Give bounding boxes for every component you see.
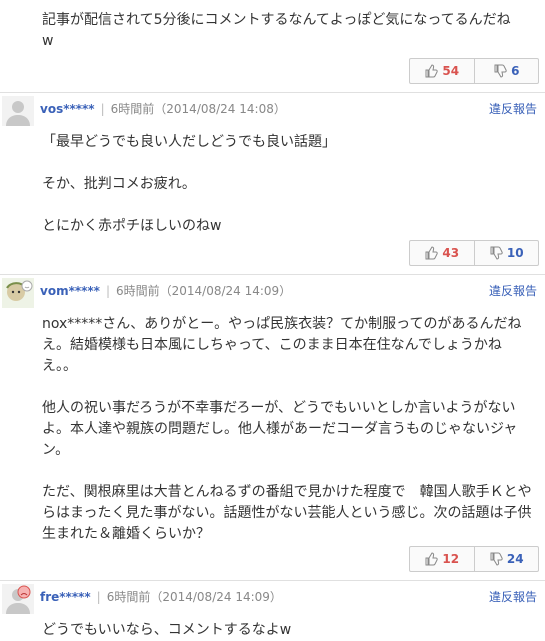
- report-link[interactable]: 違反報告: [489, 282, 537, 299]
- like-button[interactable]: 43: [410, 241, 474, 265]
- thumbs-up-icon: [425, 552, 439, 566]
- comment-body: 記事が配信されて5分後にコメントするなんてよっぽど気になってるんだね w: [42, 12, 511, 49]
- meta-separator: |: [96, 590, 101, 604]
- meta-separator: |: [105, 284, 110, 298]
- comment-body: どうでもいいなら、コメントするなよw: [42, 622, 292, 638]
- dislike-button[interactable]: 6: [473, 59, 539, 83]
- vote-buttons: 54 6: [409, 58, 539, 84]
- like-count: 12: [442, 552, 460, 566]
- dislike-count: 10: [506, 246, 524, 260]
- like-button[interactable]: 12: [410, 547, 474, 571]
- username-link[interactable]: vom*****: [40, 284, 100, 298]
- vote-buttons: 43 10: [409, 240, 539, 266]
- comment-header: fre***** | 6時間前（2014/08/24 14:09） 違反報告: [0, 580, 545, 614]
- comment-header: vom***** | 6時間前（2014/08/24 14:09） 違反報告: [0, 274, 545, 308]
- comment-time: 6時間前（2014/08/24 14:09）: [106, 590, 282, 604]
- like-button[interactable]: 54: [410, 59, 474, 83]
- report-link[interactable]: 違反報告: [489, 588, 537, 605]
- comment-meta: vom***** | 6時間前（2014/08/24 14:09）: [40, 282, 291, 299]
- thumbs-down-icon: [490, 246, 503, 260]
- comment-time: 6時間前（2014/08/24 14:08）: [110, 102, 286, 116]
- user-avatar-icon[interactable]: [2, 278, 34, 308]
- comment-header: vos***** | 6時間前（2014/08/24 14:08） 違反報告: [0, 92, 545, 126]
- comment-body: 「最早どうでも良い人だしどうでも良い話題」 そか、批判コメお疲れ。 とにかく赤ポ…: [42, 134, 336, 234]
- thumbs-up-icon: [425, 246, 439, 260]
- like-count: 43: [442, 246, 460, 260]
- like-count: 54: [442, 64, 460, 78]
- dislike-count: 24: [506, 552, 524, 566]
- comment: fre***** | 6時間前（2014/08/24 14:09） 違反報告 どうで…: [0, 580, 545, 641]
- comment: vos***** | 6時間前（2014/08/24 14:08） 違反報告 「最早…: [0, 92, 545, 275]
- thumbs-down-icon: [494, 64, 507, 78]
- comment-meta: vos***** | 6時間前（2014/08/24 14:08）: [40, 100, 286, 117]
- report-link[interactable]: 違反報告: [489, 100, 537, 117]
- comment-time: 6時間前（2014/08/24 14:09）: [116, 284, 292, 298]
- username-link[interactable]: vos*****: [40, 102, 95, 116]
- thumbs-down-icon: [490, 552, 503, 566]
- dislike-button[interactable]: 24: [473, 547, 539, 571]
- thumbs-up-icon: [425, 64, 439, 78]
- comment: 記事が配信されて5分後にコメントするなんてよっぽど気になってるんだね w 54 …: [0, 0, 545, 93]
- dislike-button[interactable]: 10: [473, 241, 539, 265]
- comment-body: nox*****さん、ありがとー。やっぱ民族衣装？てか制服ってのがあるんだねえ。…: [42, 316, 532, 542]
- user-avatar-icon[interactable]: [2, 584, 34, 614]
- dislike-count: 6: [511, 64, 520, 78]
- vote-buttons: 12 24: [409, 546, 539, 572]
- username-link[interactable]: fre*****: [40, 590, 91, 604]
- comment: vom***** | 6時間前（2014/08/24 14:09） 違反報告 nox…: [0, 274, 545, 581]
- user-avatar-icon[interactable]: [2, 96, 34, 126]
- meta-separator: |: [100, 102, 105, 116]
- comment-meta: fre***** | 6時間前（2014/08/24 14:09）: [40, 588, 282, 605]
